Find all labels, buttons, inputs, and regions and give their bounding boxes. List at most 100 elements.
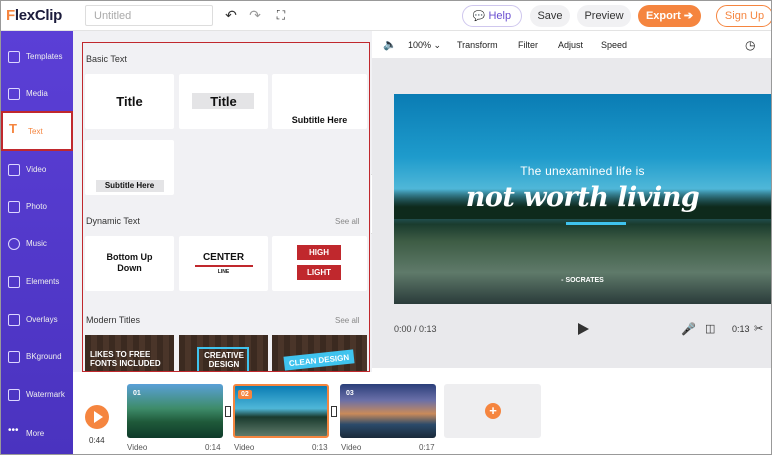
timeline-clip-2[interactable]: 02 (233, 384, 329, 438)
card-center-text: CENTER (202, 252, 245, 263)
sidebar-item-photo[interactable]: Photo (1, 189, 73, 225)
card-center-sub-text: LINE (217, 269, 230, 275)
sidebar-item-media[interactable]: Media (1, 76, 73, 112)
sidebar-item-watermark[interactable]: Watermark (1, 377, 73, 413)
basic-text-heading: Basic Text (86, 54, 127, 64)
sidebar-item-overlays[interactable]: Overlays (1, 302, 73, 338)
clip-duration: 0:13 (732, 324, 750, 334)
add-clip-button[interactable]: + (444, 384, 541, 438)
basic-text-card-title[interactable]: Title (85, 74, 174, 129)
timeline-clip-1[interactable]: 01 (127, 384, 223, 438)
modern-card-text: LIKES TO FREE FONTS INCLUDED (90, 350, 161, 368)
clip-duration-label: 0:13 (312, 443, 328, 452)
quote-author: - SOCRATES (561, 277, 604, 284)
dynamic-text-heading: Dynamic Text (86, 216, 140, 226)
dynamic-card-bottom-up[interactable]: Bottom Up Down (85, 236, 174, 291)
clip-type-label: Video (127, 443, 148, 452)
help-button[interactable]: 💬 Help (462, 5, 522, 27)
sidebar-item-elements[interactable]: Elements (1, 264, 73, 300)
modern-card-free-fonts[interactable]: LIKES TO FREE FONTS INCLUDED (85, 335, 174, 371)
templates-icon (8, 51, 20, 63)
sidebar-item-label: Video (26, 165, 47, 174)
basic-text-card-subtitle[interactable]: Subtitle Here (272, 74, 367, 129)
adjust-button[interactable]: Adjust (558, 40, 583, 50)
clip-duration-label: 0:14 (205, 443, 221, 452)
basic-text-card-title-boxed[interactable]: Title (179, 74, 268, 129)
filter-button[interactable]: Filter (518, 40, 538, 50)
speed-button[interactable]: Speed (601, 40, 627, 50)
transform-button[interactable]: Transform (457, 40, 498, 50)
help-icon: 💬 (472, 11, 486, 22)
modern-see-all-link[interactable]: See all (335, 316, 359, 325)
clock-icon[interactable]: ◷ (745, 38, 755, 52)
quote-line-1: The unexamined life is (520, 164, 645, 178)
sidebar-item-bkground[interactable]: BKground (1, 339, 73, 375)
dynamic-see-all-link[interactable]: See all (335, 217, 359, 226)
playback-time: 0:00 / 0:13 (394, 324, 437, 334)
text-icon: T (9, 121, 17, 136)
sidebar-item-label: More (26, 429, 45, 438)
help-label: Help (488, 10, 512, 22)
center-underline (195, 265, 253, 267)
sidebar-item-label: Watermark (26, 390, 65, 399)
basic-text-card-subtitle-boxed[interactable]: Subtitle Here (85, 140, 174, 195)
media-icon (8, 88, 20, 100)
plus-icon: + (485, 403, 501, 419)
redo-icon[interactable]: ↷ (247, 7, 263, 23)
top-bar: FlexClip Untitled ↶ ↷ ⛶ 💬 Help Save Prev… (1, 1, 771, 31)
sidebar-item-templates[interactable]: Templates (1, 39, 73, 75)
sidebar-item-label: Overlays (26, 315, 58, 324)
sidebar-item-label: BKground (26, 352, 62, 361)
play-icon[interactable] (578, 323, 589, 335)
sidebar-item-music[interactable]: Music (1, 226, 73, 262)
arrow-right-icon: ➔ (683, 10, 694, 22)
modern-card-clean-design[interactable]: CLEAN DESIGN (272, 335, 367, 371)
text-panel-content: Basic Text Title Title Subtitle Here Sub… (82, 42, 370, 372)
zoom-select[interactable]: 100% ⌄ (408, 40, 441, 51)
project-title-input[interactable]: Untitled (85, 5, 213, 26)
timeline-play-button[interactable] (85, 405, 109, 429)
video-icon (8, 164, 20, 176)
clip-type-label: Video (341, 443, 362, 452)
dynamic-card-high-light[interactable]: HIGH LIGHT (272, 236, 367, 291)
quote-line-2: not worth living (465, 182, 700, 213)
sidebar-item-video[interactable]: Video (1, 152, 73, 188)
zoom-value: 100% (408, 40, 432, 50)
dynamic-card-center[interactable]: CENTER LINE (179, 236, 268, 291)
undo-icon[interactable]: ↶ (223, 7, 239, 23)
card-title-text: Title (210, 94, 237, 109)
sidebar-item-label: Media (26, 89, 48, 98)
flexclip-logo[interactable]: FlexClip (6, 7, 62, 24)
more-icon: ••• (8, 425, 19, 436)
chevron-down-icon: ⌄ (433, 40, 442, 50)
microphone-icon[interactable]: 🎤 (681, 322, 696, 336)
sidebar-item-label: Photo (26, 202, 47, 211)
watermark-icon (8, 389, 20, 401)
save-button[interactable]: Save (530, 5, 570, 27)
app-window: FlexClip Untitled ↶ ↷ ⛶ 💬 Help Save Prev… (0, 0, 772, 455)
split-icon[interactable]: ◫ (705, 322, 715, 335)
volume-icon[interactable]: 🔈 (383, 38, 397, 51)
card-light-text: LIGHT (297, 265, 341, 280)
card-subtitle-text: Subtitle Here (104, 181, 155, 190)
elements-icon (8, 276, 20, 288)
export-label: Export (645, 10, 681, 22)
preview-button[interactable]: Preview (577, 5, 631, 27)
modern-card-creative-design[interactable]: CREATIVE DESIGN (179, 335, 268, 371)
export-button[interactable]: Export ➔ (638, 5, 701, 27)
sidebar-item-more[interactable]: ••• More (1, 416, 73, 452)
sidebar-item-text[interactable]: T Text (1, 111, 73, 151)
video-preview[interactable]: The unexamined life is not worth living … (394, 94, 771, 304)
scissors-icon[interactable]: ✂ (754, 322, 763, 335)
clip-number: 03 (346, 390, 354, 397)
transition-icon[interactable] (331, 406, 337, 417)
background-icon (8, 351, 20, 363)
signup-button[interactable]: Sign Up (716, 5, 771, 27)
transition-icon[interactable] (225, 406, 231, 417)
left-sidebar: Templates Media T Text Video Photo Music … (1, 31, 73, 454)
timeline-clip-3[interactable]: 03 (340, 384, 436, 438)
music-icon (8, 238, 20, 250)
editor-toolbar: 🔈 100% ⌄ Transform Filter Adjust Speed ◷ (372, 35, 771, 57)
quote-accent-bar (566, 222, 626, 225)
fullscreen-icon[interactable]: ⛶ (273, 7, 289, 23)
